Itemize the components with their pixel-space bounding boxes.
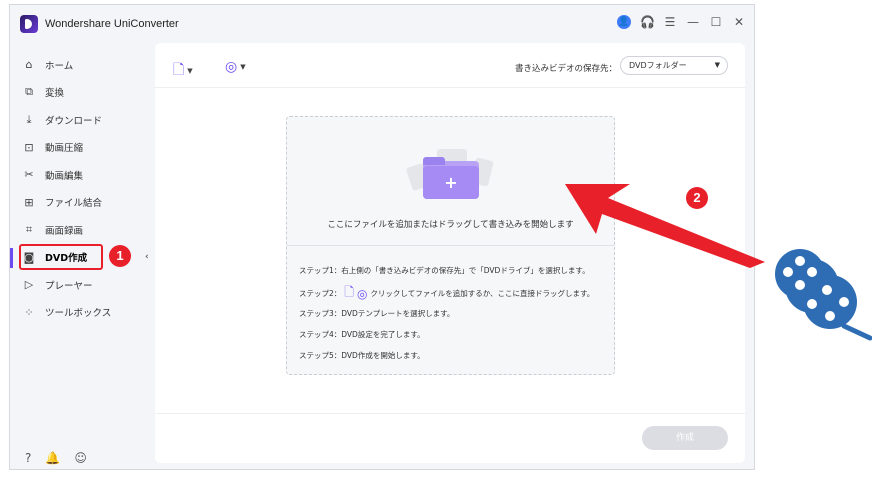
toolbox-icon: ⁘ xyxy=(24,305,34,319)
sidebar-item-label: 画面録画 xyxy=(45,225,84,237)
download-icon: ⤓ xyxy=(26,112,32,126)
sidebar-item-convert[interactable]: ⧉ 変換 xyxy=(10,79,150,107)
create-button[interactable]: 作成 xyxy=(642,426,728,450)
destination-label: 書き込みビデオの保存先： xyxy=(514,64,617,74)
sidebar-item-download[interactable]: ⤓ ダウンロード xyxy=(10,106,150,134)
chevron-down-icon: ▼ xyxy=(187,67,193,75)
sidebar-item-compress[interactable]: ⊡ 動画圧縮 xyxy=(10,134,150,162)
sidebar-item-screen-record[interactable]: ⌗ 画面録画 xyxy=(10,216,150,244)
sidebar-item-label: 動画圧縮 xyxy=(45,143,84,155)
sidebar-item-label: プレーヤー xyxy=(45,280,93,292)
window-controls: 👤 🎧 ☰ — ☐ ✕ xyxy=(617,15,746,29)
arrow-shape xyxy=(565,184,765,268)
add-file-icon: 🗋 xyxy=(173,62,185,78)
sidebar-item-toolbox[interactable]: ⁘ ツールボックス xyxy=(10,299,150,327)
sidebar-item-home[interactable]: ⌂ ホーム xyxy=(10,51,150,79)
annotation-badge-2: 2 xyxy=(686,187,708,209)
step-2-suffix: クリックしてファイルを追加するか、ここに直接ドラッグします。 xyxy=(370,289,595,298)
collapse-sidebar-icon[interactable]: ‹ xyxy=(145,252,155,268)
step-5: ステップ5：DVD作成を開始します。 xyxy=(299,351,425,360)
annotation-badge-1: 1 xyxy=(109,245,131,267)
sidebar-item-label: ダウンロード xyxy=(45,115,103,127)
sidebar-item-merge[interactable]: ⊞ ファイル結合 xyxy=(10,189,150,217)
add-file-button[interactable]: 🗋 ▼ xyxy=(173,59,193,83)
sidebar-item-label: ホーム xyxy=(45,60,74,72)
sidebar-item-label: ファイル結合 xyxy=(45,198,103,210)
annotation-arrow xyxy=(565,184,765,268)
sidebar-item-label: ツールボックス xyxy=(45,308,112,320)
toolbar-divider xyxy=(155,87,745,88)
player-icon: ▷ xyxy=(24,278,34,292)
step-2: ステップ2： 🗋 ◎ クリックしてファイルを追加するか、ここに直接ドラッグします… xyxy=(299,283,594,304)
scissors-icon: ✂ xyxy=(24,168,34,182)
maximize-icon[interactable]: ☐ xyxy=(709,15,723,29)
chevron-down-icon: ▼ xyxy=(240,63,246,71)
chevron-down-icon: ▼ xyxy=(714,61,720,69)
convert-icon: ⧉ xyxy=(25,85,33,99)
add-disc-icon: ◎ xyxy=(225,59,238,75)
step-4: ステップ4：DVD設定を完了します。 xyxy=(299,330,425,339)
compress-icon: ⊡ xyxy=(24,140,34,154)
add-disc-button[interactable]: ◎ ▼ xyxy=(225,59,246,75)
app-logo xyxy=(20,15,38,33)
headset-icon[interactable]: 🎧 xyxy=(640,15,655,29)
step-1: ステップ1：右上側の「書き込みビデオの保存先」で「DVDドライブ」を選択します。 xyxy=(299,266,590,275)
step-3: ステップ3：DVDテンプレートを選択します。 xyxy=(299,309,455,318)
app-title: Wondershare UniConverter xyxy=(45,18,179,30)
sidebar-item-player[interactable]: ▷ プレーヤー xyxy=(10,271,150,299)
footer-divider xyxy=(155,413,745,414)
close-icon[interactable]: ✕ xyxy=(732,15,746,29)
help-icon[interactable]: ? xyxy=(25,451,31,465)
destination-select[interactable]: DVDフォルダー ▼ xyxy=(620,56,728,75)
step-2-prefix: ステップ2： xyxy=(299,289,342,298)
sidebar-item-edit[interactable]: ✂ 動画編集 xyxy=(10,161,150,189)
user-icon[interactable]: 👤 xyxy=(617,15,631,29)
menu-icon[interactable]: ☰ xyxy=(663,15,677,29)
add-disc-icon: ◎ xyxy=(356,286,368,301)
screen-record-icon: ⌗ xyxy=(25,222,33,236)
sidebar-item-label: 変換 xyxy=(45,88,65,100)
minimize-icon[interactable]: — xyxy=(686,15,700,29)
folder-add-icon[interactable]: + xyxy=(423,157,479,199)
home-icon: ⌂ xyxy=(25,58,33,72)
add-file-icon: 🗋 xyxy=(344,285,354,299)
bell-icon[interactable]: 🔔 xyxy=(45,451,60,465)
title-bar: Wondershare UniConverter 👤 🎧 ☰ — ☐ ✕ xyxy=(10,5,754,41)
highlight-box xyxy=(19,244,103,270)
film-reel-icon xyxy=(775,249,872,341)
sidebar: ⌂ ホーム ⧉ 変換 ⤓ ダウンロード ⊡ 動画圧縮 ✂ 動画編集 ⊞ ファイル… xyxy=(10,51,150,326)
active-indicator xyxy=(10,247,13,268)
merge-icon: ⊞ xyxy=(24,195,34,209)
sidebar-footer: ? 🔔 ☺ xyxy=(25,451,87,465)
destination-value: DVDフォルダー xyxy=(629,61,687,70)
feedback-icon[interactable]: ☺ xyxy=(74,451,87,465)
sidebar-item-label: 動画編集 xyxy=(45,170,84,182)
